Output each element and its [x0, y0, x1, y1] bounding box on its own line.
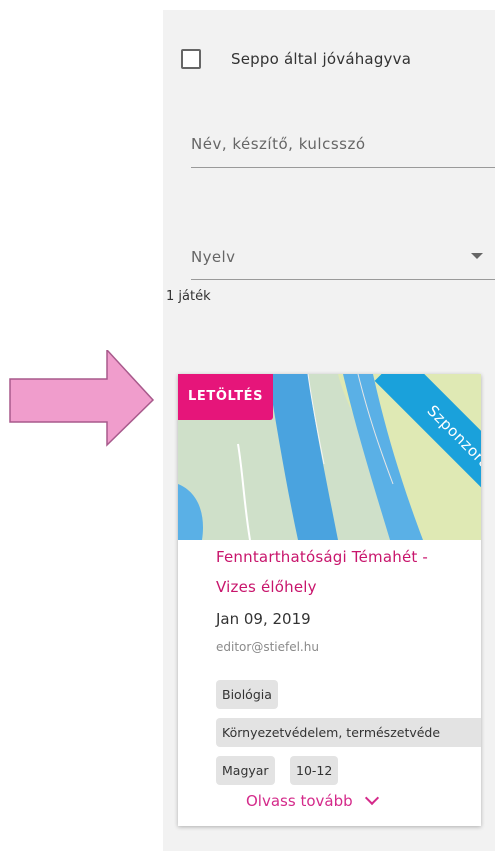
- tag-age: 10-12: [290, 756, 339, 785]
- game-card[interactable]: LETÖLTÉS Szponzorált Fenntarthatósági Té…: [178, 374, 481, 826]
- download-badge[interactable]: LETÖLTÉS: [178, 374, 274, 420]
- search-input[interactable]: [191, 128, 495, 160]
- read-more-link[interactable]: Olvass tovább: [246, 790, 379, 810]
- read-more-label[interactable]: Olvass tovább: [246, 792, 353, 810]
- approved-filter[interactable]: Seppo által jóváhagyva: [181, 49, 411, 69]
- card-title-line2[interactable]: Vizes élőhely: [216, 572, 481, 602]
- tag-language: Magyar: [216, 756, 275, 785]
- tag-subject: Biológia: [216, 680, 278, 709]
- card-date: Jan 09, 2019: [216, 610, 311, 628]
- pointer-arrow-icon: [9, 350, 155, 447]
- card-title[interactable]: Fenntarthatósági Témahét - Vizes élőhely: [216, 542, 481, 602]
- result-count: 1 játék: [166, 289, 211, 304]
- dropdown-arrow-icon: [471, 253, 483, 259]
- chevron-down-icon[interactable]: [364, 790, 379, 806]
- card-title-line1[interactable]: Fenntarthatósági Témahét -: [216, 542, 481, 572]
- search-field: [191, 128, 495, 168]
- approved-checkbox[interactable]: [181, 49, 201, 69]
- language-select[interactable]: Nyelv: [191, 238, 495, 280]
- card-body: Fenntarthatósági Témahét - Vizes élőhely…: [216, 542, 481, 654]
- card-author: editor@stiefel.hu: [216, 640, 319, 654]
- map-thumbnail[interactable]: LETÖLTÉS Szponzorált: [178, 374, 481, 540]
- tag-topic: Környezetvédelem, természetvéde: [216, 718, 481, 747]
- language-select-label: Nyelv: [191, 248, 236, 266]
- approved-checkbox-label[interactable]: Seppo által jóváhagyva: [231, 50, 411, 68]
